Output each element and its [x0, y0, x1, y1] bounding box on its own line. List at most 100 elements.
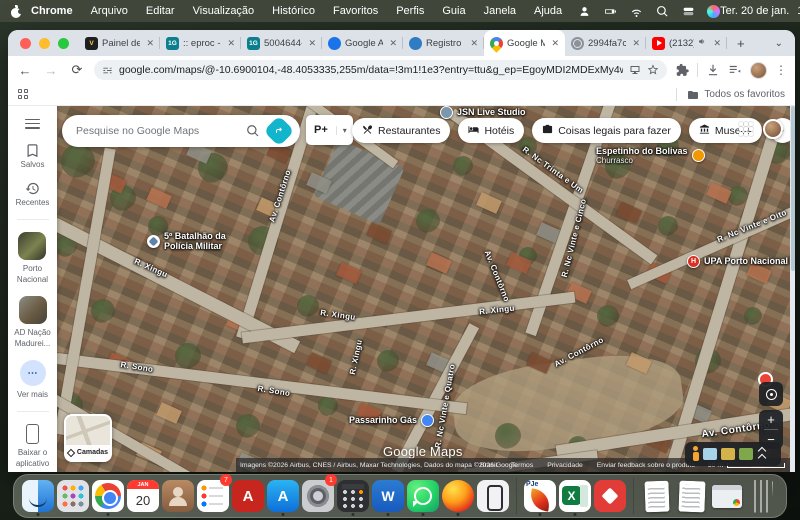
back-button[interactable]: ←: [16, 63, 34, 78]
user-icon[interactable]: [577, 4, 591, 18]
menu-item-perfis[interactable]: Perfis: [387, 5, 433, 17]
menu-item-editar[interactable]: Editar: [137, 5, 184, 17]
dock-item-settings[interactable]: 1: [302, 474, 337, 516]
all-bookmarks-button[interactable]: Todos os favoritos: [687, 89, 785, 101]
tab-close-icon[interactable]: ✕: [468, 38, 478, 49]
dock-item-doc-1[interactable]: [641, 476, 673, 516]
poi-label-espetinho[interactable]: Espetinho do Bolivas Churrasco: [596, 146, 705, 166]
filter-chip-restaurant[interactable]: Restaurantes: [352, 118, 451, 143]
dock-item-doc-2[interactable]: [676, 476, 708, 516]
pegman-icon[interactable]: [691, 446, 699, 462]
battery-icon[interactable]: [603, 4, 617, 18]
downloads-icon[interactable]: [706, 63, 720, 77]
dock-item-chrome[interactable]: [92, 476, 124, 516]
site-settings-icon[interactable]: [102, 65, 113, 76]
dock-item-minimized-window[interactable]: [711, 476, 743, 516]
footer-link[interactable]: Privacidade: [547, 462, 583, 469]
dock-item-reminders[interactable]: 7: [197, 474, 232, 516]
browser-tab-youtube[interactable]: (2132) ✕: [646, 30, 727, 56]
browser-tab-processo[interactable]: 1G 5004644- ✕: [241, 30, 322, 56]
address-bar[interactable]: google.com/maps/@-10.6900104,-48.4053335…: [94, 60, 667, 80]
reading-list-icon[interactable]: [728, 63, 742, 77]
browser-tab-agenda[interactable]: Google Ag✕: [322, 30, 403, 56]
apps-grid-icon[interactable]: [18, 89, 29, 100]
dock-item-iphone-mirroring[interactable]: [477, 476, 509, 516]
browser-tab-eproc[interactable]: 1G:: eproc - ✕: [160, 30, 241, 56]
tab-close-icon[interactable]: ✕: [711, 38, 721, 49]
control-center-icon[interactable]: [681, 4, 695, 18]
tab-close-icon[interactable]: ✕: [549, 38, 559, 49]
close-window-button[interactable]: [20, 37, 31, 49]
directions-button[interactable]: [263, 115, 295, 147]
forward-button[interactable]: →: [42, 63, 60, 78]
menu-item-visualização[interactable]: Visualização: [184, 5, 264, 17]
google-apps-grid-icon[interactable]: [739, 122, 753, 136]
menu-item-janela[interactable]: Janela: [475, 5, 525, 17]
dock-item-app-store[interactable]: A: [267, 476, 299, 516]
filter-chip-hotel[interactable]: Hotéis: [458, 118, 525, 143]
sidebar-place-porto-nacional[interactable]: Porto Nacional: [17, 232, 48, 284]
tab-close-icon[interactable]: ✕: [630, 38, 640, 49]
footer-link[interactable]: Termos: [511, 462, 533, 469]
tab-close-icon[interactable]: ✕: [306, 38, 316, 49]
layers-widget[interactable]: Camadas: [64, 414, 112, 462]
filter-chip-camera[interactable]: Coisas legais para fazer: [532, 118, 681, 143]
tab-close-icon[interactable]: ✕: [144, 38, 154, 49]
dock-item-calendar[interactable]: JAN 20: [127, 476, 159, 516]
send-to-device-icon[interactable]: [629, 64, 641, 76]
dock-item-whatsapp[interactable]: [407, 476, 439, 516]
sidebar-item-salvos[interactable]: Salvos: [20, 143, 45, 169]
menu-item-histórico[interactable]: Histórico: [263, 5, 324, 17]
browser-tab-maps[interactable]: Google Ma✕: [484, 30, 565, 56]
browser-tab-painel[interactable]: V Painel de C✕: [79, 30, 160, 56]
apple-menu-icon[interactable]: [10, 4, 23, 18]
menu-item-chrome[interactable]: Chrome: [22, 5, 82, 17]
sidebar-item-recentes[interactable]: Recentes: [16, 181, 49, 207]
layer-thumbnail[interactable]: [721, 448, 735, 460]
tab-close-icon[interactable]: ✕: [387, 38, 397, 49]
menu-item-guia[interactable]: Guia: [433, 5, 474, 17]
google-maps-canvas[interactable]: R. Nc Trinta e Um R. Nc Vinte e Cinco R. N…: [8, 106, 795, 472]
dock-item-trash[interactable]: [746, 476, 778, 516]
dock-item-contacts[interactable]: [162, 476, 194, 516]
dock-item-pje[interactable]: PJe: [524, 476, 556, 516]
poi-label-upa[interactable]: H UPA Porto Nacional: [687, 255, 788, 268]
dock-item-acrobat[interactable]: A: [232, 476, 264, 516]
siri-icon[interactable]: [707, 4, 721, 18]
menu-item-favoritos[interactable]: Favoritos: [324, 5, 387, 17]
account-avatar[interactable]: [763, 119, 783, 139]
chevron-down-icon[interactable]: ▾: [335, 125, 353, 135]
maps-search-box[interactable]: Pesquise no Google Maps: [62, 115, 300, 147]
new-tab-button[interactable]: +: [727, 30, 755, 56]
tab-search-chevron[interactable]: ⌄: [763, 30, 795, 56]
dock-item-launchpad[interactable]: [57, 476, 89, 516]
fullscreen-window-button[interactable]: [58, 37, 69, 49]
tab-close-icon[interactable]: ✕: [225, 38, 235, 49]
dock-item-red-diamond[interactable]: [594, 476, 626, 516]
extensions-icon[interactable]: [675, 63, 689, 77]
menu-item-arquivo[interactable]: Arquivo: [82, 5, 137, 17]
zoom-in-button[interactable]: +: [759, 410, 783, 429]
pt-extension-button[interactable]: P+ ▾: [306, 115, 353, 145]
dock-item-firefox[interactable]: [442, 476, 474, 516]
chrome-menu-icon[interactable]: ⋮: [775, 63, 787, 77]
page-scrollbar[interactable]: [790, 106, 795, 472]
browser-tab-hash[interactable]: 2994fa7c ✕: [565, 30, 646, 56]
menu-hamburger-icon[interactable]: [25, 116, 40, 131]
spotlight-search-icon[interactable]: [655, 4, 669, 18]
reload-button[interactable]: ⟳: [68, 62, 86, 78]
dock-item-excel[interactable]: [559, 476, 591, 516]
poi-label-batalhao[interactable]: 5º Batalhão da Polícia Militar: [147, 231, 226, 252]
sidebar-place-ad-nacao[interactable]: AD Nação Madurei...: [14, 296, 51, 348]
layer-thumbnail[interactable]: [739, 448, 753, 460]
menu-bar-clock[interactable]: Ter. 20 de jan. 16:45: [720, 5, 800, 17]
minimize-window-button[interactable]: [39, 37, 50, 49]
dock-item-word[interactable]: W: [372, 476, 404, 516]
dock-item-finder[interactable]: [22, 476, 54, 516]
dock-item-calculator[interactable]: [337, 476, 369, 516]
footer-link[interactable]: Enviar feedback sobre o produto: [597, 462, 695, 469]
sidebar-item-ver-mais[interactable]: ⋯ Ver mais: [17, 360, 48, 399]
my-location-button[interactable]: [759, 382, 783, 406]
poi-label-passarinho[interactable]: Passarinho Gás: [349, 414, 435, 427]
footer-link[interactable]: Brasil: [480, 462, 497, 469]
